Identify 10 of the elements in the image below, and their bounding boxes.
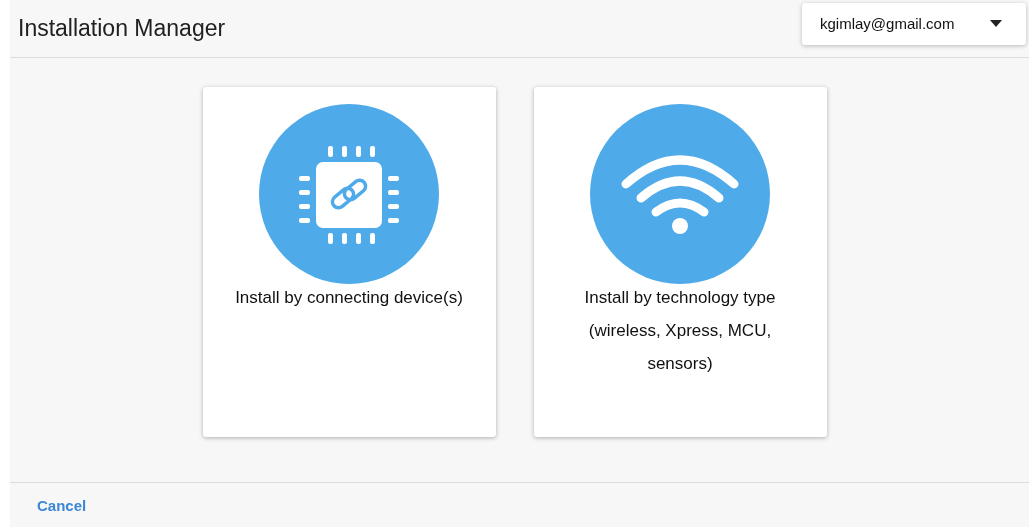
cancel-link[interactable]: Cancel bbox=[37, 496, 87, 514]
caret-icon bbox=[990, 20, 1002, 27]
option-card[interactable]: Install by connecting device(s) bbox=[202, 87, 496, 437]
chip-icon bbox=[259, 104, 439, 284]
option-card[interactable]: Install by technology type (wireless, Xpress, MCU, sensors) bbox=[533, 87, 827, 437]
option-label: Install by technology type (wireless, Xpress, MCU, sensors) bbox=[583, 287, 777, 375]
wifi-icon bbox=[590, 104, 770, 284]
option-label: Install by connecting device(s) bbox=[234, 287, 464, 309]
account-dropdown[interactable]: kgimlay@gmail.com bbox=[802, 2, 1026, 45]
window-title: Installation Manager bbox=[18, 15, 226, 42]
